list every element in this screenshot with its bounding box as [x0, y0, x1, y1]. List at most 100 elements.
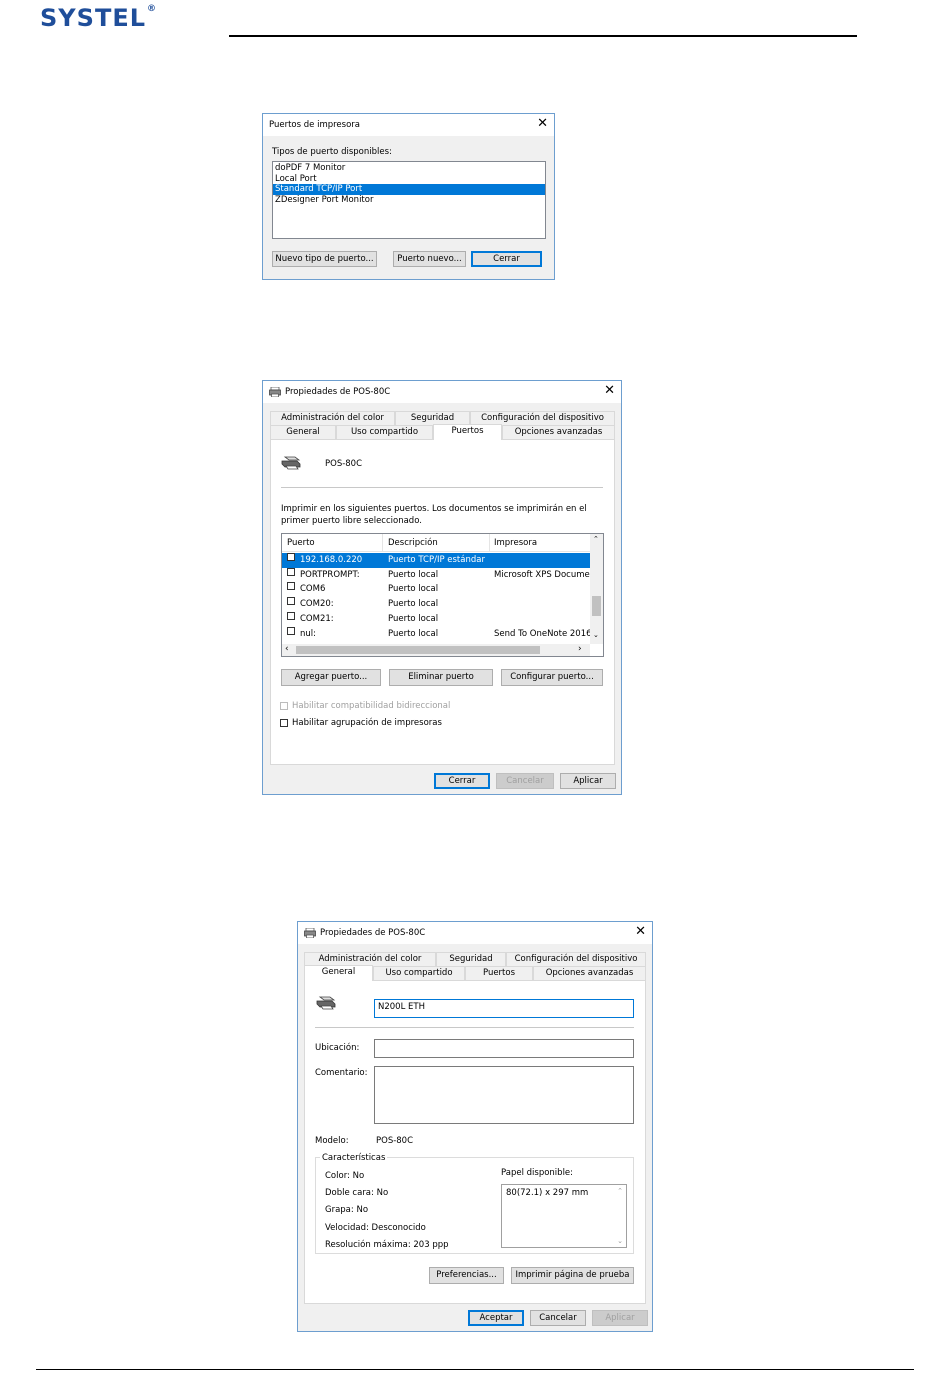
apply-button[interactable]: Aplicar: [592, 1310, 648, 1326]
vertical-scrollbar[interactable]: ⌃ ⌄: [590, 534, 603, 644]
scroll-down-icon[interactable]: ⌄: [617, 1237, 623, 1245]
print-test-page-button[interactable]: Imprimir página de prueba: [511, 1267, 634, 1284]
dialog-titlebar: Propiedades de POS-80C ✕: [263, 381, 621, 403]
port-types-list[interactable]: doPDF 7 Monitor Local Port Standard TCP/…: [272, 161, 546, 239]
separator: [281, 487, 603, 488]
features-list: Color: No Doble cara: No Grapa: No Veloc…: [325, 1168, 449, 1254]
port-cell: 192.168.0.220: [300, 555, 363, 565]
scrollbar-thumb[interactable]: [592, 596, 601, 616]
printer-name: POS-80C: [325, 459, 363, 469]
scroll-up-icon[interactable]: ⌃: [593, 535, 599, 543]
delete-port-button[interactable]: Eliminar puerto: [389, 669, 493, 686]
bidirectional-support-option: Habilitar compatibilidad bidireccional: [280, 701, 450, 711]
list-item[interactable]: ZDesigner Port Monitor: [273, 195, 545, 206]
close-button[interactable]: Cerrar: [434, 773, 490, 789]
printer-name-input[interactable]: N200L ETH: [374, 999, 634, 1018]
tab-sharing[interactable]: Uso compartido: [373, 966, 465, 980]
dialog-titlebar: Puertos de impresora ✕: [263, 114, 554, 136]
printer-cell: Send To OneNote 2016: [494, 628, 592, 639]
column-header-printer[interactable]: Impresora: [494, 538, 537, 548]
description-cell: Puerto TCP/IP estándar: [388, 555, 485, 565]
port-cell: COM21:: [300, 613, 334, 624]
tab-device-settings[interactable]: Configuración del dispositivo: [506, 952, 646, 966]
scroll-left-icon[interactable]: ‹: [285, 644, 289, 654]
close-button[interactable]: Cerrar: [471, 251, 542, 267]
tab-device-settings[interactable]: Configuración del dispositivo: [470, 411, 615, 425]
port-types-label: Tipos de puerto disponibles:: [272, 147, 392, 157]
cancel-button[interactable]: Cancelar: [496, 773, 554, 789]
description-cell: Puerto local: [388, 599, 439, 610]
scroll-down-icon[interactable]: ⌄: [593, 631, 599, 639]
footer-rule: [36, 1369, 914, 1370]
table-row[interactable]: ✓ 192.168.0.220 Puerto TCP/IP estándar: [282, 553, 590, 568]
column-header-description[interactable]: Descripción: [388, 538, 438, 548]
horizontal-scrollbar[interactable]: ‹ ›: [282, 644, 590, 656]
systel-logo: SYSTEL®: [40, 4, 157, 32]
tab-color-management[interactable]: Administración del color: [304, 952, 436, 966]
grid-header: Puerto Descripción Impresora: [282, 534, 590, 552]
printer-pooling-option[interactable]: Habilitar agrupación de impresoras: [280, 718, 442, 728]
table-row[interactable]: COM6 Puerto local: [282, 582, 590, 597]
paper-list[interactable]: 80(72.1) x 297 mm ⌃ ⌄: [501, 1184, 627, 1248]
printer-pooling-checkbox[interactable]: [280, 718, 288, 727]
column-header-port[interactable]: Puerto: [287, 538, 315, 548]
scrollbar-thumb[interactable]: [296, 646, 540, 654]
location-input[interactable]: [374, 1039, 634, 1058]
dialog-title: Puertos de impresora: [269, 120, 360, 130]
new-port-button[interactable]: Puerto nuevo...: [393, 251, 466, 267]
comment-textarea[interactable]: [374, 1066, 634, 1124]
dialog-titlebar: Propiedades de POS-80C ✕: [298, 922, 652, 944]
new-port-type-button[interactable]: Nuevo tipo de puerto...: [272, 251, 377, 267]
list-item[interactable]: doPDF 7 Monitor: [273, 163, 545, 174]
port-checkbox[interactable]: [287, 567, 295, 576]
tab-advanced[interactable]: Opciones avanzadas: [533, 966, 646, 980]
tab-general[interactable]: General: [304, 965, 373, 981]
add-port-button[interactable]: Agregar puerto...: [281, 669, 381, 686]
tab-advanced[interactable]: Opciones avanzadas: [502, 425, 615, 439]
port-cell: COM20:: [300, 599, 334, 610]
printer-pooling-label: Habilitar agrupación de impresoras: [292, 718, 442, 728]
table-row[interactable]: PORTPROMPT: Puerto local Microsoft XPS D…: [282, 567, 590, 583]
bidirectional-label: Habilitar compatibilidad bidireccional: [292, 701, 451, 711]
preferences-button[interactable]: Preferencias...: [429, 1267, 504, 1284]
ports-grid[interactable]: Puerto Descripción Impresora ✓ 192.168.0…: [281, 533, 604, 657]
ok-button[interactable]: Aceptar: [468, 1310, 524, 1326]
tab-color-management[interactable]: Administración del color: [270, 411, 395, 425]
port-checkbox[interactable]: [287, 626, 295, 635]
list-item[interactable]: Standard TCP/IP Port: [273, 184, 545, 195]
description-cell: Puerto local: [388, 584, 439, 595]
cancel-button[interactable]: Cancelar: [530, 1310, 586, 1326]
port-cell: nul:: [300, 628, 316, 639]
configure-port-button[interactable]: Configurar puerto...: [501, 669, 603, 686]
port-checkbox[interactable]: [287, 582, 295, 591]
close-icon[interactable]: ✕: [604, 383, 615, 399]
tab-ports[interactable]: Puertos: [433, 424, 502, 440]
feature-item: Resolución máxima: 203 ppp: [325, 1239, 449, 1250]
port-checkbox[interactable]: [287, 611, 295, 620]
list-item[interactable]: Local Port: [273, 174, 545, 185]
port-checkbox[interactable]: ✓: [287, 553, 295, 562]
list-item[interactable]: 80(72.1) x 297 mm: [502, 1185, 626, 1199]
apply-button[interactable]: Aplicar: [560, 773, 616, 789]
tab-ports[interactable]: Puertos: [465, 966, 533, 980]
model-value: POS-80C: [376, 1136, 414, 1146]
scroll-right-icon[interactable]: ›: [578, 644, 582, 654]
feature-item: Doble cara: No: [325, 1188, 389, 1199]
feature-item: Velocidad: Desconocido: [325, 1222, 426, 1233]
printer-properties-ports-dialog: Propiedades de POS-80C ✕ Administración …: [262, 380, 622, 795]
close-icon[interactable]: ✕: [635, 924, 646, 940]
logo-registered-mark: ®: [147, 4, 158, 14]
tab-sharing[interactable]: Uso compartido: [336, 425, 433, 439]
tab-security[interactable]: Seguridad: [395, 411, 470, 425]
tab-general[interactable]: General: [270, 425, 336, 439]
close-icon[interactable]: ✕: [537, 116, 548, 132]
features-group-label: Características: [320, 1153, 388, 1163]
port-checkbox[interactable]: [287, 597, 295, 606]
printer-icon: [281, 456, 301, 470]
table-row[interactable]: COM21: Puerto local: [282, 611, 590, 627]
table-row[interactable]: nul: Puerto local Send To OneNote 2016: [282, 626, 592, 642]
table-row[interactable]: COM20: Puerto local: [282, 597, 590, 612]
tab-security[interactable]: Seguridad: [436, 952, 506, 966]
feature-item: Grapa: No: [325, 1205, 369, 1216]
scroll-up-icon[interactable]: ⌃: [617, 1187, 623, 1195]
